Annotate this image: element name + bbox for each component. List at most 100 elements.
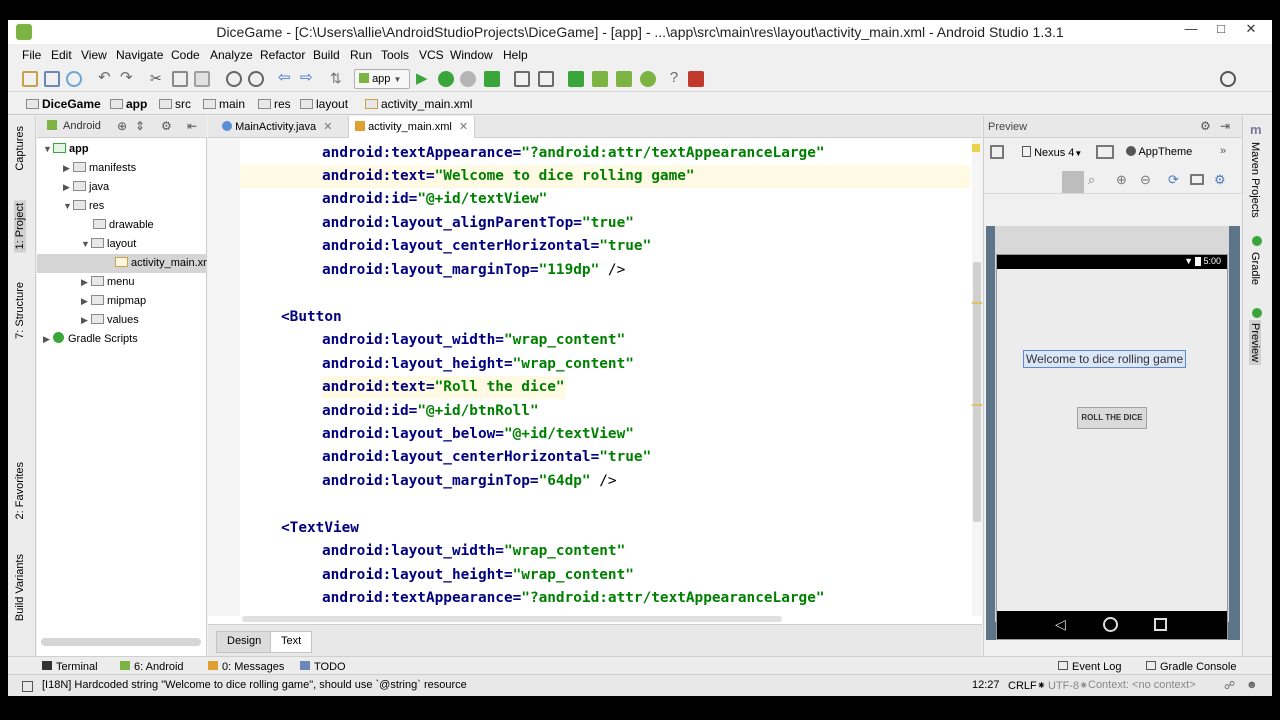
sync-gradle-icon[interactable] <box>568 71 584 87</box>
menu-build[interactable]: Build <box>313 48 340 62</box>
tree-item-activity-main[interactable]: activity_main.xml <box>37 254 207 273</box>
tab-android[interactable]: 6: Android <box>120 661 184 673</box>
copy-icon[interactable] <box>172 71 188 87</box>
tab-maven-projects[interactable]: Maven Projects <box>1249 142 1261 218</box>
tab-structure[interactable]: 7: Structure <box>14 282 26 339</box>
tree-item-java[interactable]: ▶ java <box>63 178 109 197</box>
gear-icon[interactable]: ⚙ <box>1214 172 1226 188</box>
file-encoding[interactable]: UTF-8⁕ <box>1048 679 1088 692</box>
menu-file[interactable]: File <box>22 48 41 62</box>
run-icon[interactable]: ▶ <box>416 71 432 87</box>
tab-project[interactable]: 1: Project <box>14 200 26 253</box>
android-monitor-icon[interactable] <box>640 71 656 87</box>
replace-icon[interactable] <box>248 71 264 87</box>
device-select[interactable]: Nexus 4▼ <box>1022 146 1082 159</box>
tab-build-variants[interactable]: Build Variants <box>14 554 26 621</box>
zoom-in-icon[interactable]: ⊕ <box>1116 172 1127 188</box>
gear-icon[interactable]: ⚙ <box>1200 119 1211 133</box>
tree-item-values[interactable]: ▶ values <box>81 311 139 330</box>
toggle-tool-windows-icon[interactable] <box>22 681 33 692</box>
sdk-manager-icon[interactable] <box>616 71 632 87</box>
debug-icon[interactable] <box>438 71 454 87</box>
zoom-to-fit-icon[interactable] <box>1062 171 1084 193</box>
cut-icon[interactable]: ✂ <box>150 71 166 87</box>
collapse-all-icon[interactable]: ⇕ <box>135 119 145 133</box>
context-indicator[interactable]: Context: <no context> <box>1088 679 1196 691</box>
crumb-src[interactable]: src <box>159 97 191 111</box>
settings-icon[interactable] <box>538 71 554 87</box>
tab-activity-main-xml[interactable]: activity_main.xml ✕ <box>348 116 476 138</box>
tree-item-mipmap[interactable]: ▶ mipmap <box>81 292 146 311</box>
search-icon[interactable] <box>1220 71 1236 87</box>
hide-panel-icon[interactable]: ⇥ <box>1220 119 1230 133</box>
screenshot-icon[interactable] <box>1190 174 1204 185</box>
zoom-actual-icon[interactable]: ⌕ <box>1088 172 1095 188</box>
tree-item-manifests[interactable]: ▶ manifests <box>63 159 136 178</box>
android-device-monitor-icon[interactable] <box>688 71 704 87</box>
more-icon[interactable]: » <box>1220 145 1226 157</box>
close-icon[interactable]: ✕ <box>459 121 468 133</box>
tree-item-layout[interactable]: ▼ layout <box>81 235 136 254</box>
layout-icon[interactable] <box>990 145 1004 159</box>
project-structure-icon[interactable] <box>514 71 530 87</box>
tab-favorites[interactable]: 2: Favorites <box>14 462 26 519</box>
menu-run[interactable]: Run <box>350 48 372 62</box>
crumb-res[interactable]: res <box>258 97 291 111</box>
forward-icon[interactable]: ⇨ <box>300 70 316 87</box>
tab-preview[interactable]: Preview <box>1249 320 1261 366</box>
save-icon[interactable] <box>44 71 60 87</box>
crumb-main[interactable]: main <box>203 97 245 111</box>
menu-help[interactable]: Help <box>503 48 528 62</box>
tab-event-log[interactable]: Event Log <box>1058 661 1122 673</box>
minimize-button[interactable]: — <box>1176 20 1206 40</box>
tree-item-gradle-scripts[interactable]: ▶ Gradle Scripts <box>43 330 138 349</box>
menu-tools[interactable]: Tools <box>381 48 409 62</box>
sync-icon[interactable] <box>66 71 82 87</box>
line-separator[interactable]: CRLF⁕ <box>1008 679 1046 692</box>
menu-code[interactable]: Code <box>171 48 200 62</box>
gear-icon[interactable]: ⚙ <box>161 119 172 133</box>
tab-gradle-console[interactable]: Gradle Console <box>1146 661 1236 673</box>
make-project-icon[interactable]: ⇅ <box>330 71 346 87</box>
tab-terminal[interactable]: Terminal <box>42 661 98 673</box>
refresh-icon[interactable]: ⟳ <box>1168 172 1179 188</box>
tree-item-res[interactable]: ▼ res <box>63 197 104 216</box>
avd-manager-icon[interactable] <box>592 71 608 87</box>
tab-text[interactable]: Text <box>270 631 313 653</box>
caret-position[interactable]: 12:27 <box>972 679 1000 691</box>
menu-edit[interactable]: Edit <box>51 48 72 62</box>
sync-scroll-icon[interactable]: ⊕ <box>117 119 127 133</box>
tree-item-menu[interactable]: ▶ menu <box>81 273 135 292</box>
warning-marker-icon[interactable] <box>972 144 980 152</box>
inspector-icon[interactable]: ☻ <box>1246 679 1258 691</box>
lock-icon[interactable]: ☍ <box>1224 679 1235 692</box>
find-icon[interactable] <box>226 71 242 87</box>
menu-refactor[interactable]: Refactor <box>260 48 305 62</box>
tab-mainactivity-java[interactable]: MainActivity.java ✕ <box>216 116 338 138</box>
maximize-button[interactable]: □ <box>1206 20 1236 40</box>
scrollbar-thumb[interactable] <box>973 262 981 522</box>
crumb-dicegame[interactable]: DiceGame <box>26 97 101 111</box>
open-folder-icon[interactable] <box>22 71 38 87</box>
menu-window[interactable]: Window <box>450 48 493 62</box>
hide-panel-icon[interactable]: ⇤ <box>187 119 197 133</box>
editor-scrollbar[interactable] <box>972 138 982 616</box>
menu-vcs[interactable]: VCS <box>419 48 444 62</box>
close-icon[interactable]: ✕ <box>323 121 332 133</box>
project-view-select[interactable]: Android <box>63 120 101 132</box>
help-icon[interactable]: ? <box>666 70 682 87</box>
crumb-activity-main[interactable]: activity_main.xml <box>365 97 472 111</box>
run-config-select[interactable]: app ▼ <box>354 69 410 89</box>
tab-todo[interactable]: TODO <box>300 661 346 673</box>
crumb-layout[interactable]: layout <box>300 97 348 111</box>
tab-messages[interactable]: 0: Messages <box>208 661 284 673</box>
orientation-icon[interactable] <box>1096 145 1114 159</box>
coverage-icon[interactable] <box>484 71 500 87</box>
tree-item-drawable[interactable]: drawable <box>93 216 154 235</box>
undo-icon[interactable]: ↶ <box>98 70 114 87</box>
redo-icon[interactable]: ↷ <box>120 70 136 87</box>
theme-select[interactable]: AppTheme <box>1126 146 1192 158</box>
attach-debugger-icon[interactable] <box>460 71 476 87</box>
menu-navigate[interactable]: Navigate <box>116 48 163 62</box>
crumb-app[interactable]: app <box>110 97 147 111</box>
